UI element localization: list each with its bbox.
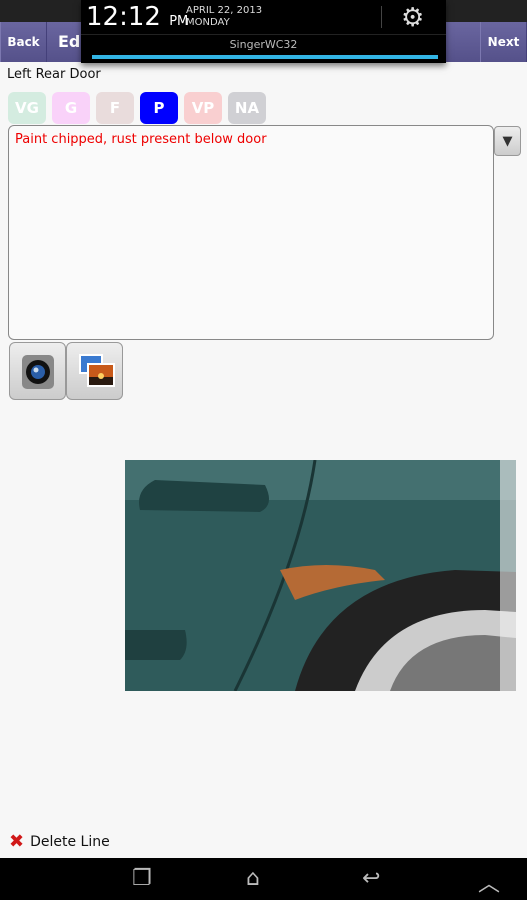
dropdown-arrow-icon[interactable]: ▼ <box>494 126 521 156</box>
divider <box>381 6 382 28</box>
car-photo-image <box>125 460 516 691</box>
notification-panel: 12:12 PM APRIL 22, 2013 MONDAY ⚙ SingerWC… <box>81 0 446 63</box>
clock-time: 12:12 <box>86 2 161 32</box>
rating-g-button[interactable]: G <box>52 92 90 124</box>
camera-button[interactable] <box>9 342 66 400</box>
rating-vp-button[interactable]: VP <box>184 92 222 124</box>
delete-line-button[interactable]: ✖ Delete Line <box>9 831 110 852</box>
date-text: APRIL 22, 2013 <box>186 5 263 16</box>
clock: 12:12 PM <box>86 2 188 32</box>
navigation-bar: ❐ ⌂ ↩ ︿ <box>0 858 527 900</box>
rating-vg-button[interactable]: VG <box>8 92 46 124</box>
rating-na-button[interactable]: NA <box>228 92 266 124</box>
notes-field[interactable]: Paint chipped, rust present below door <box>8 125 494 340</box>
weekday-text: MONDAY <box>186 17 230 28</box>
delete-x-icon: ✖ <box>9 831 25 852</box>
network-name: SingerWC32 <box>229 38 298 51</box>
back-button[interactable]: Back <box>0 22 47 62</box>
gallery-icon <box>79 354 115 387</box>
progress-fill <box>92 55 438 59</box>
rating-f-button[interactable]: F <box>96 92 134 124</box>
home-icon[interactable]: ⌂ <box>246 866 260 891</box>
item-label: Left Rear Door <box>7 67 101 82</box>
recent-apps-icon[interactable]: ❐ <box>132 866 152 891</box>
gallery-button[interactable] <box>66 342 123 400</box>
camera-icon <box>22 355 54 389</box>
rating-buttons: VG G F P VP NA <box>8 92 266 124</box>
settings-gear-icon[interactable]: ⚙ <box>401 3 424 33</box>
back-icon[interactable]: ↩ <box>362 866 380 891</box>
damage-photo[interactable] <box>125 460 516 691</box>
divider <box>81 34 446 35</box>
date: APRIL 22, 2013 MONDAY <box>186 5 262 29</box>
next-button[interactable]: Next <box>480 22 527 62</box>
rating-p-button[interactable]: P <box>140 92 178 124</box>
delete-line-label: Delete Line <box>30 833 110 850</box>
menu-chevron-up-icon[interactable]: ︿ <box>478 866 500 898</box>
progress-bar <box>92 55 438 59</box>
